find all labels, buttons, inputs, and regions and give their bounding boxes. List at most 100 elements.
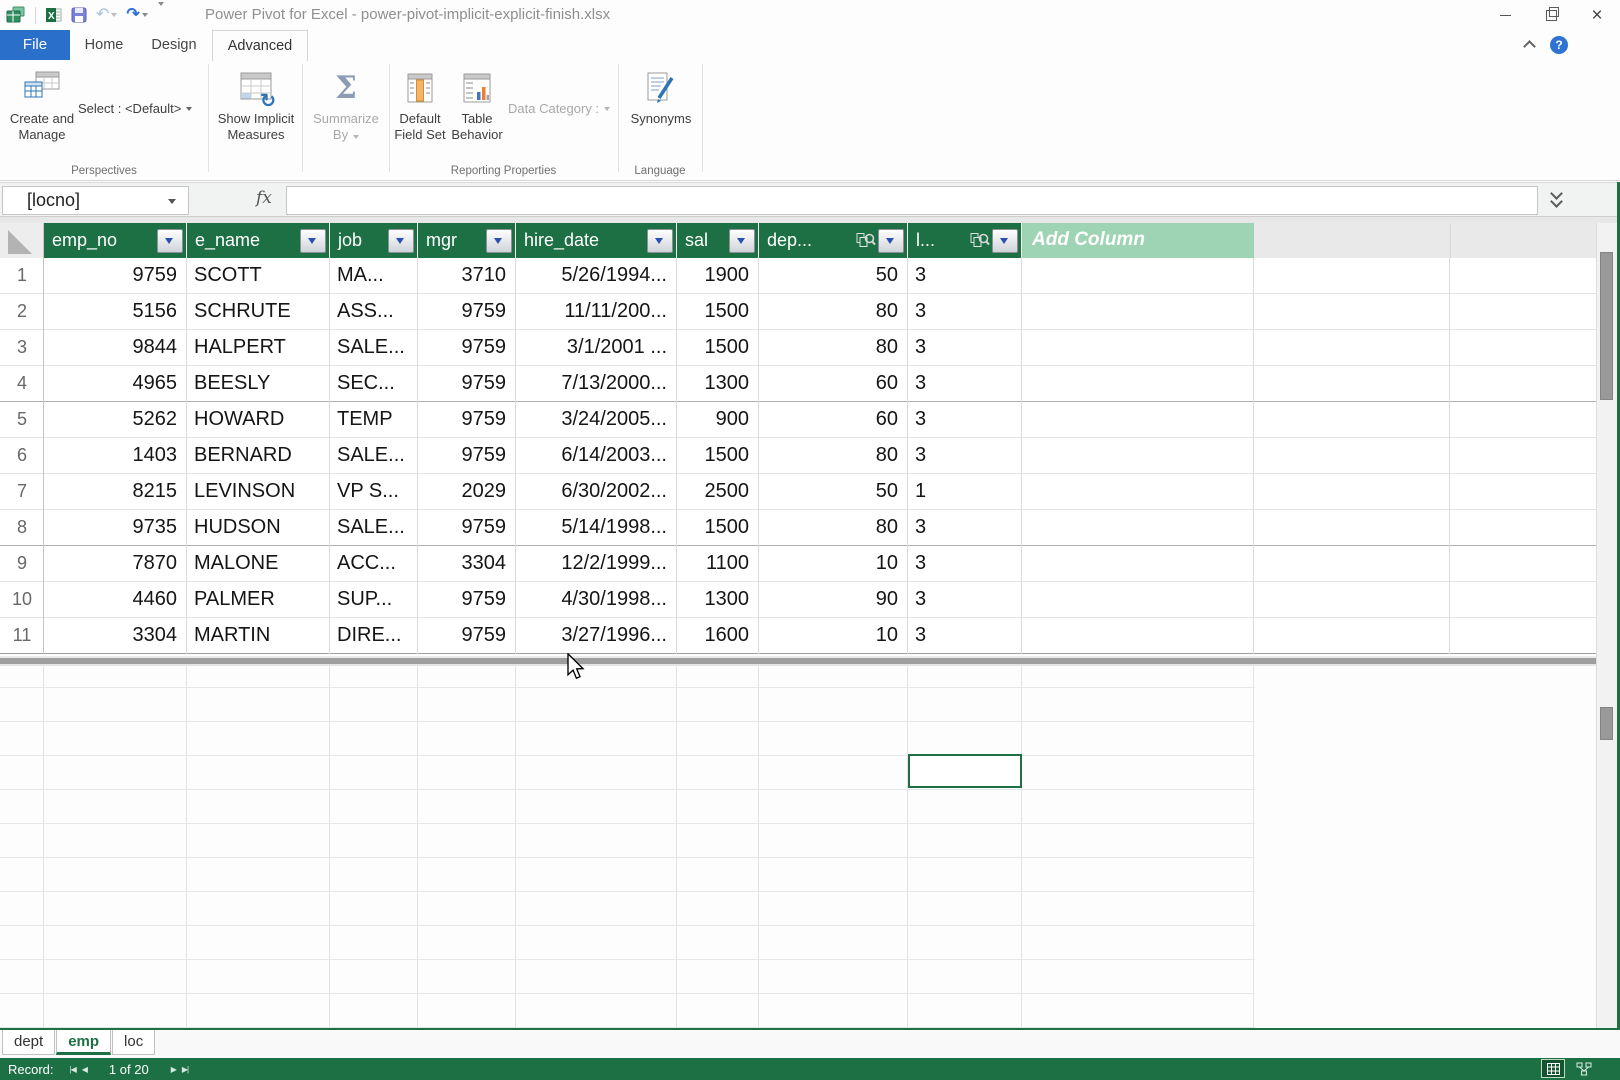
diagram-view-button[interactable] [1572, 1059, 1596, 1078]
cell-depno[interactable]: 80 [759, 294, 908, 329]
expand-formula-bar-button[interactable] [1542, 187, 1570, 213]
cell-locno[interactable]: 1 [908, 474, 1022, 509]
cell-depno[interactable]: 90 [759, 582, 908, 617]
cell-locno[interactable]: 3 [908, 438, 1022, 473]
cell-mgr[interactable]: 3710 [418, 258, 516, 293]
cell-hire_date[interactable]: 3/1/2001 ... [516, 330, 677, 365]
next-record-button[interactable] [171, 1065, 176, 1074]
cell-hire_date[interactable]: 3/24/2005... [516, 402, 677, 437]
cell-job[interactable]: DIRE... [330, 618, 418, 653]
cell-mgr[interactable]: 9759 [418, 438, 516, 473]
cell-depno[interactable]: 80 [759, 438, 908, 473]
cell-locno[interactable]: 3 [908, 294, 1022, 329]
row-number[interactable]: 8 [0, 510, 44, 545]
redo-button[interactable] [126, 7, 147, 23]
cell-emp_no[interactable]: 8215 [44, 474, 187, 509]
column-header-mgr[interactable]: mgr [418, 223, 516, 258]
cell-sal[interactable]: 1300 [677, 366, 759, 401]
sheet-tab-dept[interactable]: dept [2, 1030, 55, 1055]
show-implicit-measures-button[interactable]: Show Implicit Measures [212, 62, 300, 174]
cell-job[interactable]: SALE... [330, 510, 418, 545]
cell-mgr[interactable]: 3304 [418, 546, 516, 581]
cell-locno[interactable]: 3 [908, 618, 1022, 653]
cell-e_name[interactable]: LEVINSON [187, 474, 330, 509]
synonyms-button[interactable]: Synonyms [624, 62, 698, 174]
cell-depno[interactable]: 60 [759, 366, 908, 401]
cell-emp_no[interactable]: 7870 [44, 546, 187, 581]
cell-locno[interactable]: 3 [908, 546, 1022, 581]
cell-job[interactable]: ASS... [330, 294, 418, 329]
row-number[interactable]: 2 [0, 294, 44, 329]
first-record-button[interactable] [70, 1065, 76, 1074]
cell-sal[interactable]: 1300 [677, 582, 759, 617]
cell-sal[interactable]: 1100 [677, 546, 759, 581]
data-view-button[interactable] [1541, 1059, 1565, 1078]
cell-emp_no[interactable]: 3304 [44, 618, 187, 653]
column-header-locno[interactable]: l... [908, 223, 1022, 258]
excel-icon[interactable]: X [45, 7, 62, 23]
tab-file[interactable]: File [0, 30, 70, 60]
tab-home[interactable]: Home [72, 30, 136, 60]
row-number[interactable]: 5 [0, 402, 44, 437]
cell-locno[interactable]: 3 [908, 258, 1022, 293]
undo-button[interactable] [96, 7, 117, 23]
row-number[interactable]: 6 [0, 438, 44, 473]
row-number[interactable]: 11 [0, 618, 44, 653]
help-button[interactable] [1550, 36, 1568, 54]
chevron-down-icon[interactable] [168, 199, 176, 204]
select-perspective-dropdown[interactable]: Select : <Default> [78, 101, 192, 116]
cell-job[interactable]: SEC... [330, 366, 418, 401]
cell-e_name[interactable]: PALMER [187, 582, 330, 617]
cell-hire_date[interactable]: 7/13/2000... [516, 366, 677, 401]
cell-emp_no[interactable]: 1403 [44, 438, 187, 473]
cell-depno[interactable]: 50 [759, 474, 908, 509]
cell-mgr[interactable]: 9759 [418, 402, 516, 437]
cell-depno[interactable]: 10 [759, 546, 908, 581]
column-header-emp_no[interactable]: emp_no [44, 223, 187, 258]
cell-e_name[interactable]: SCOTT [187, 258, 330, 293]
default-field-set-button[interactable]: Default Field Set [392, 62, 448, 174]
scrollbar-thumb-bottom-pane[interactable] [1600, 707, 1613, 740]
cell-sal[interactable]: 1500 [677, 330, 759, 365]
cell-mgr[interactable]: 9759 [418, 618, 516, 653]
create-and-manage-button[interactable]: Create and Manage [6, 62, 78, 174]
name-box[interactable]: [locno] [2, 186, 189, 215]
tab-advanced[interactable]: Advanced [212, 30, 308, 61]
cell-mgr[interactable]: 9759 [418, 330, 516, 365]
cell-mgr[interactable]: 9759 [418, 366, 516, 401]
add-column-header[interactable]: Add Column [1022, 223, 1254, 258]
formula-input[interactable] [286, 186, 1538, 215]
cell-sal[interactable]: 1500 [677, 438, 759, 473]
cell-hire_date[interactable]: 4/30/1998... [516, 582, 677, 617]
cell-depno[interactable]: 60 [759, 402, 908, 437]
row-number[interactable]: 3 [0, 330, 44, 365]
filter-button-sal[interactable] [729, 229, 755, 253]
cell-emp_no[interactable]: 4965 [44, 366, 187, 401]
summarize-by-button[interactable]: Σ Summarize By [306, 62, 386, 174]
cell-sal[interactable]: 900 [677, 402, 759, 437]
cell-job[interactable]: SUP... [330, 582, 418, 617]
cell-depno[interactable]: 80 [759, 330, 908, 365]
cell-emp_no[interactable]: 9844 [44, 330, 187, 365]
tab-design[interactable]: Design [138, 30, 210, 60]
column-header-depno[interactable]: dep... [759, 223, 908, 258]
filter-button-locno[interactable] [992, 229, 1018, 253]
cell-job[interactable]: VP S... [330, 474, 418, 509]
cell-sal[interactable]: 1500 [677, 510, 759, 545]
cell-sal[interactable]: 1500 [677, 294, 759, 329]
cell-hire_date[interactable]: 6/30/2002... [516, 474, 677, 509]
cell-hire_date[interactable]: 11/11/200... [516, 294, 677, 329]
column-header-e_name[interactable]: e_name [187, 223, 330, 258]
cell-sal[interactable]: 1600 [677, 618, 759, 653]
cell-depno[interactable]: 50 [759, 258, 908, 293]
minimize-button[interactable] [1482, 0, 1528, 30]
cell-e_name[interactable]: MALONE [187, 546, 330, 581]
save-icon[interactable] [71, 7, 87, 23]
cell-sal[interactable]: 2500 [677, 474, 759, 509]
row-number[interactable]: 4 [0, 366, 44, 401]
calculation-area[interactable] [0, 666, 1596, 1028]
scrollbar-thumb-top-pane[interactable] [1600, 252, 1613, 400]
cell-emp_no[interactable]: 9759 [44, 258, 187, 293]
cell-hire_date[interactable]: 12/2/1999... [516, 546, 677, 581]
table-behavior-button[interactable]: Table Behavior [448, 62, 506, 174]
